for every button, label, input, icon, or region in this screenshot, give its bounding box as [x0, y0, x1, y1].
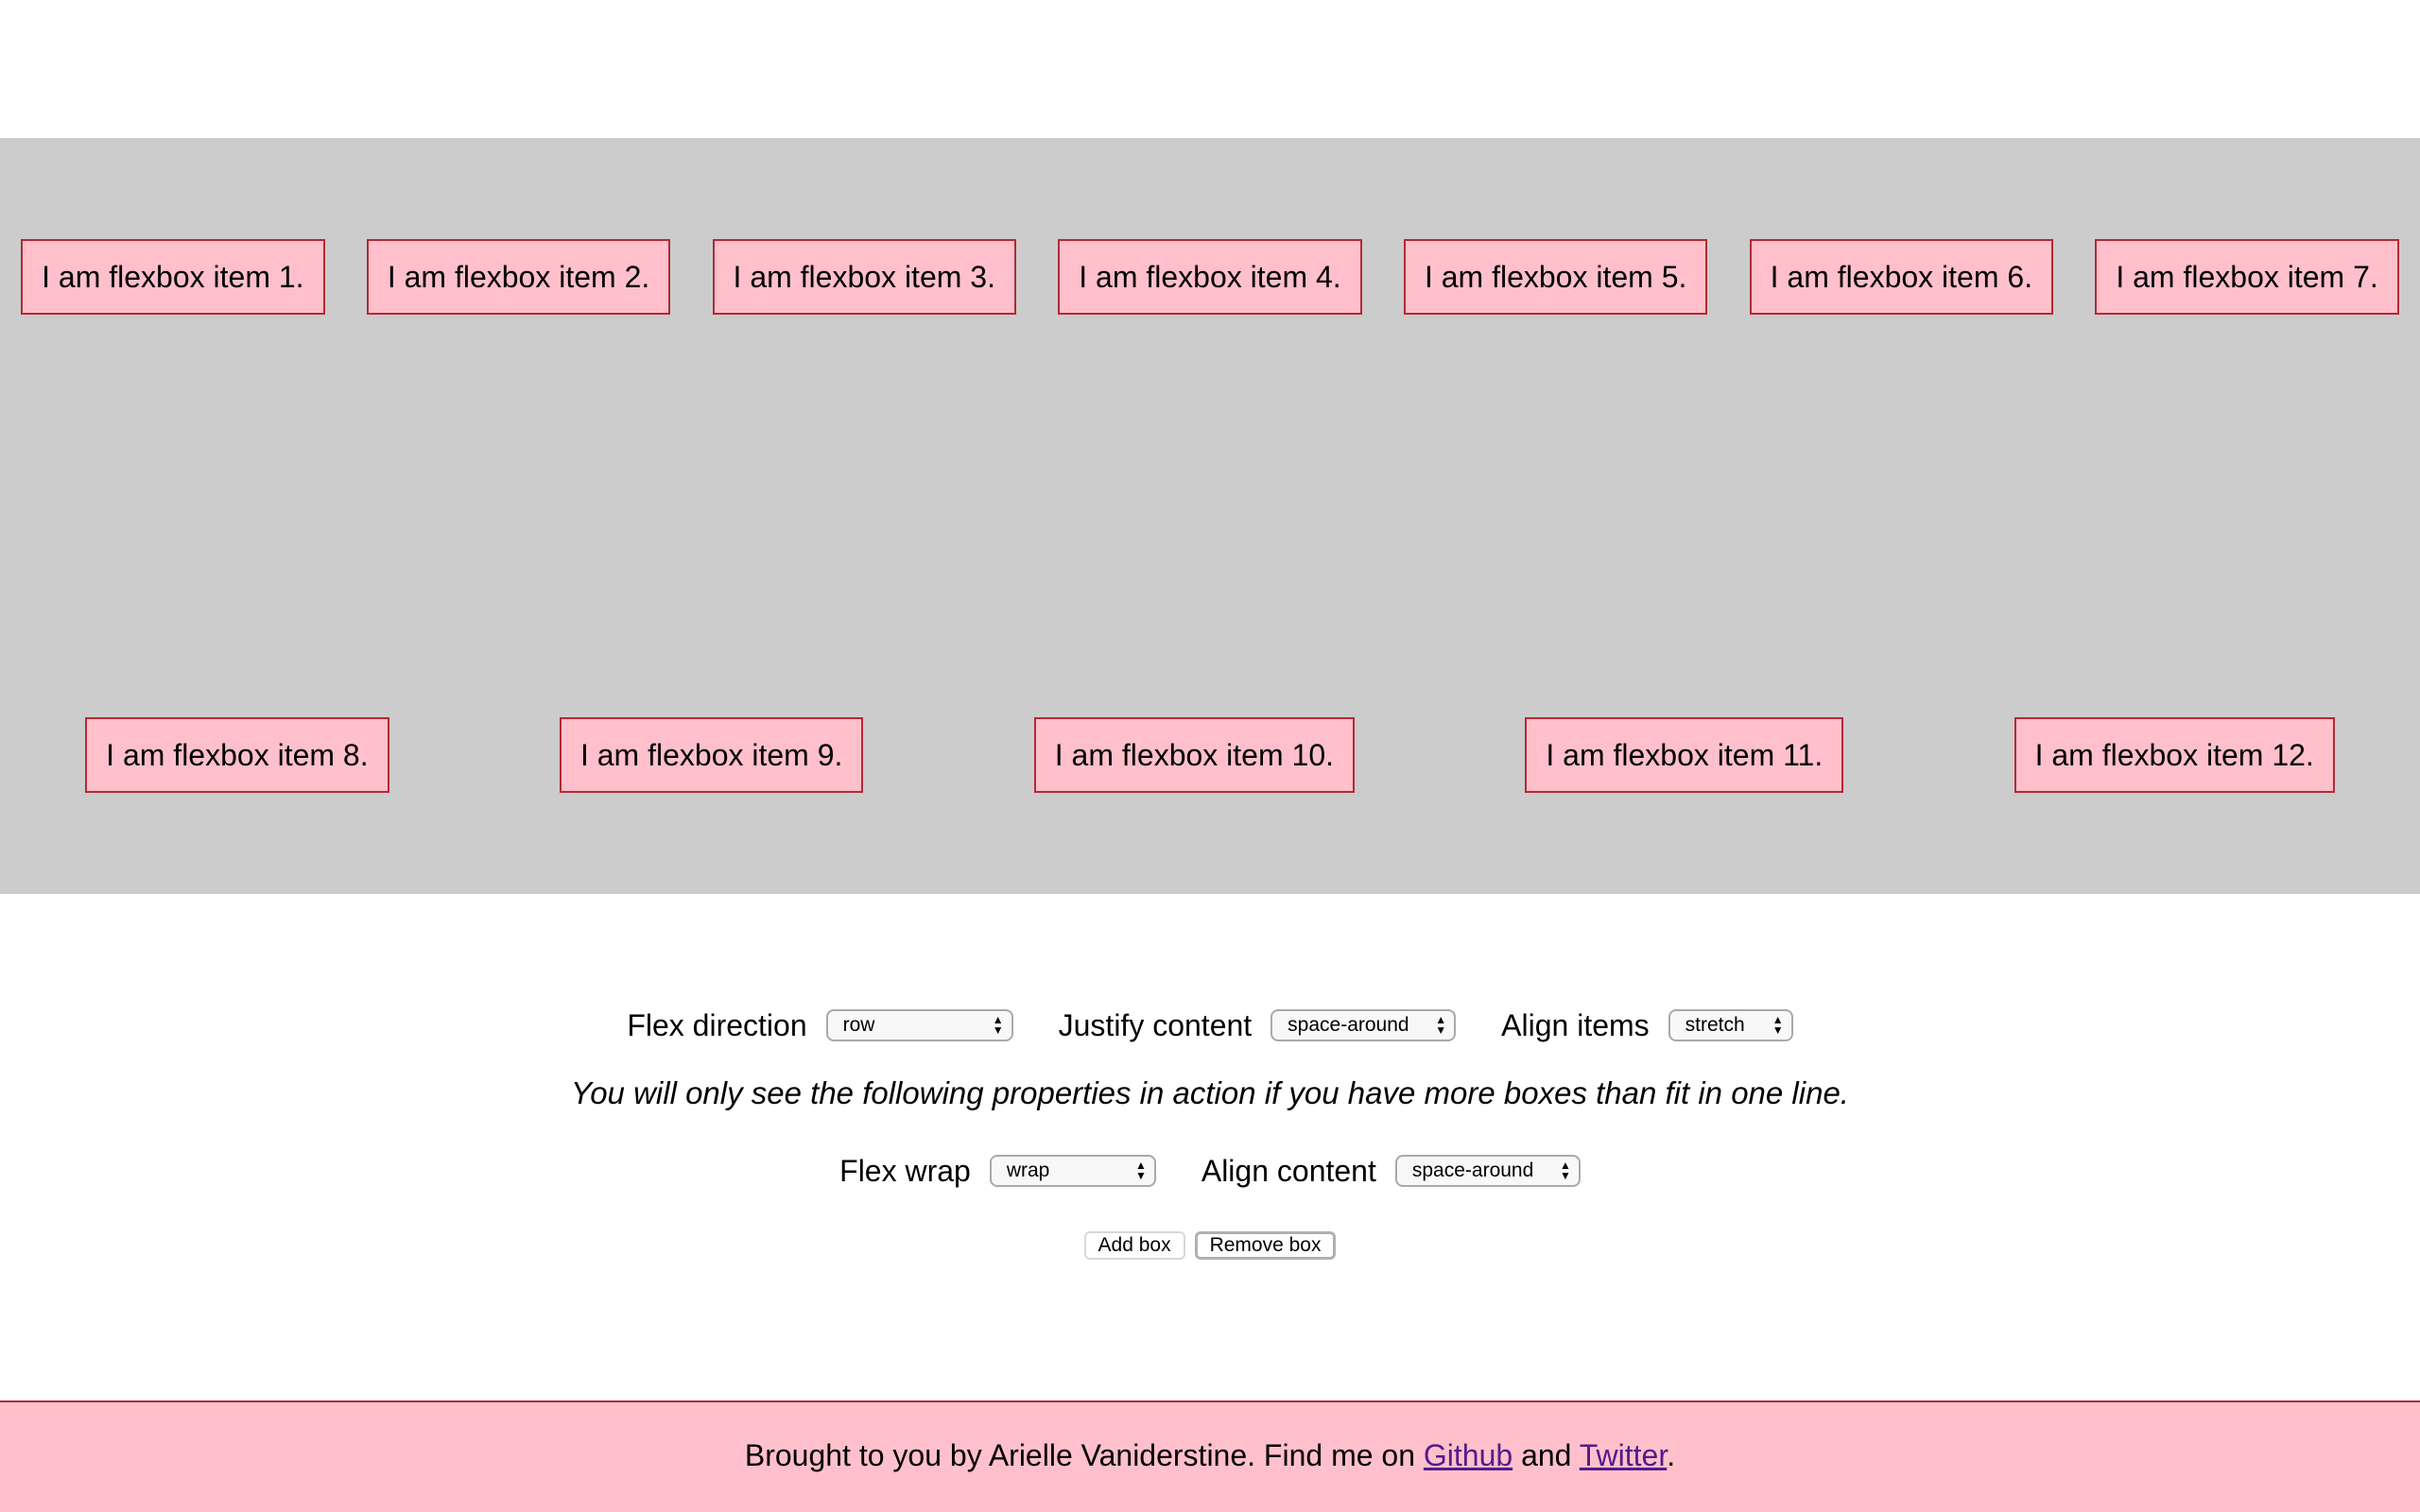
- flexbox-item: I am flexbox item 12.: [2014, 717, 2335, 794]
- flexbox-item: I am flexbox item 11.: [1525, 717, 1844, 794]
- footer-text-before: Brought to you by Arielle Vaniderstine. …: [744, 1438, 1424, 1472]
- flex-wrap-select[interactable]: wrap ▲ ▼: [989, 1155, 1156, 1187]
- controls-row-main: Flex direction row ▲ ▼ Justify content sp…: [0, 1000, 2420, 1051]
- flex-direction-label: Flex direction: [627, 1007, 807, 1042]
- select-arrows-icon: ▲ ▼: [1772, 1013, 1784, 1037]
- flexbox-item: I am flexbox item 9.: [559, 717, 864, 794]
- wrap-note: You will only see the following properti…: [571, 1075, 1849, 1110]
- footer-text-after: .: [1667, 1438, 1676, 1472]
- flexbox-item: I am flexbox item 5.: [1403, 238, 1708, 315]
- flex-direction-select[interactable]: row ▲ ▼: [825, 1009, 1013, 1041]
- flex-direction-value: row: [842, 1014, 875, 1036]
- justify-content-value: space-around: [1288, 1014, 1409, 1036]
- align-items-value: stretch: [1685, 1014, 1745, 1036]
- align-content-label: Align content: [1201, 1153, 1376, 1188]
- flexbox-item: I am flexbox item 7.: [2095, 238, 2399, 315]
- flexbox-item: I am flexbox item 3.: [712, 238, 1016, 315]
- flex-wrap-label: Flex wrap: [839, 1153, 971, 1188]
- footer: Brought to you by Arielle Vaniderstine. …: [0, 1400, 2420, 1512]
- flexbox-item: I am flexbox item 10.: [1033, 717, 1355, 794]
- justify-content-label: Justify content: [1058, 1007, 1253, 1042]
- controls-row-wrap: Flex wrap wrap ▲ ▼ Align content space-ar…: [0, 1145, 2420, 1196]
- flexbox-item: I am flexbox item 1.: [21, 238, 325, 315]
- select-arrows-icon: ▲ ▼: [992, 1013, 1004, 1037]
- align-content-value: space-around: [1411, 1160, 1534, 1181]
- flexbox-item: I am flexbox item 8.: [85, 717, 389, 794]
- footer-text-middle: and: [1512, 1438, 1580, 1472]
- add-box-button[interactable]: Add box: [1083, 1231, 1185, 1260]
- flex-wrap-value: wrap: [1006, 1160, 1050, 1181]
- select-arrows-icon: ▲ ▼: [1134, 1159, 1147, 1182]
- github-link[interactable]: Github: [1424, 1438, 1512, 1472]
- flexbox-item: I am flexbox item 4.: [1058, 238, 1362, 315]
- flexbox-container: I am flexbox item 1. I am flexbox item 2.…: [0, 138, 2420, 894]
- align-items-select[interactable]: stretch ▲ ▼: [1668, 1009, 1793, 1041]
- justify-content-select[interactable]: space-around ▲ ▼: [1270, 1009, 1457, 1041]
- select-arrows-icon: ▲ ▼: [1435, 1013, 1447, 1037]
- select-arrows-icon: ▲ ▼: [1559, 1159, 1571, 1182]
- align-content-select[interactable]: space-around ▲ ▼: [1394, 1155, 1581, 1187]
- box-buttons: Add box Remove box: [0, 1231, 2420, 1260]
- flexbox-item: I am flexbox item 2.: [366, 238, 671, 315]
- twitter-link[interactable]: Twitter: [1580, 1438, 1667, 1472]
- remove-box-button[interactable]: Remove box: [1194, 1231, 1337, 1260]
- flexbox-item: I am flexbox item 6.: [1749, 238, 2054, 315]
- align-items-label: Align items: [1501, 1007, 1650, 1042]
